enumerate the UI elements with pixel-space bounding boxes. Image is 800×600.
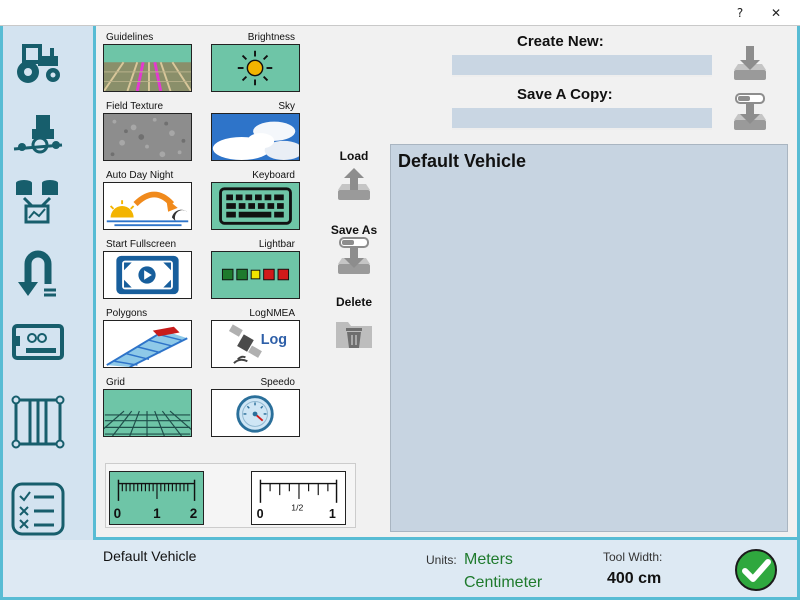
metric-tick-2: 2 <box>190 506 198 521</box>
sky-toggle[interactable] <box>211 113 300 161</box>
start-fullscreen-label: Start Fullscreen <box>106 239 177 250</box>
speedo-label: Speedo <box>260 377 295 388</box>
main-panel: Guidelines Brightness Field Texture Sky <box>96 26 797 540</box>
grid-icon <box>104 410 191 436</box>
vehicle-list[interactable]: Default Vehicle <box>390 144 788 532</box>
metric-tick-0: 0 <box>114 506 122 521</box>
grid-toggle[interactable] <box>103 389 192 437</box>
guidelines-label: Guidelines <box>106 32 154 43</box>
data-sources-icon <box>16 180 58 224</box>
imperial-tick-1: 1 <box>329 507 336 521</box>
save-as-label: Save As <box>330 223 378 237</box>
checklist-icon <box>11 482 65 536</box>
sidebar-item-data-sources[interactable] <box>10 174 66 230</box>
create-new-input[interactable] <box>452 55 712 77</box>
auto-day-night-toggle[interactable] <box>103 182 192 230</box>
brightness-label: Brightness <box>247 32 295 43</box>
tractor-icon <box>17 44 60 83</box>
satellite-log-icon: Log <box>228 324 287 364</box>
trash-folder-icon <box>336 322 372 348</box>
uturn-icon <box>18 250 56 297</box>
save-copy-input[interactable] <box>452 108 712 130</box>
brightness-button[interactable] <box>211 44 300 92</box>
metric-tick-1: 1 <box>153 506 161 521</box>
lightbar-icon <box>221 268 290 281</box>
keyboard-icon <box>219 187 292 225</box>
load-icon <box>338 168 370 200</box>
ok-button[interactable] <box>734 548 778 592</box>
sky-clouds-icon <box>212 114 299 160</box>
save-copy-icon <box>734 93 766 130</box>
tram-lines-icon <box>11 395 65 449</box>
checkmark-icon <box>735 549 777 591</box>
lightbar-label: Lightbar <box>258 239 295 250</box>
sidebar <box>0 26 96 540</box>
metric-ruler-icon: 0 1 2 <box>114 479 198 521</box>
speedo-toggle[interactable] <box>211 389 300 437</box>
field-texture-toggle[interactable] <box>103 113 192 161</box>
sidebar-item-uturn[interactable] <box>10 244 66 300</box>
keyboard-label: Keyboard <box>252 170 295 181</box>
lognmea-label: LogNMEA <box>249 308 295 319</box>
save-copy-label: Save A Copy: <box>517 86 613 103</box>
guidelines-toggle[interactable] <box>103 44 192 92</box>
field-texture-label: Field Texture <box>106 101 164 112</box>
close-button[interactable]: ✕ <box>763 3 789 23</box>
create-new-button[interactable] <box>730 42 770 82</box>
create-new-icon <box>734 46 766 80</box>
imperial-tick-half: 1/2 <box>291 503 303 513</box>
sky-label: Sky <box>278 101 295 112</box>
save-copy-button[interactable] <box>730 92 770 132</box>
field-texture-icon <box>104 114 191 160</box>
keyboard-toggle[interactable] <box>211 182 300 230</box>
day-night-icon <box>106 191 189 227</box>
units-label: Units: <box>426 553 457 567</box>
save-as-button[interactable] <box>334 236 374 276</box>
implement-icon <box>13 115 63 154</box>
guidelines-icon <box>104 45 191 91</box>
imperial-ruler-icon: 0 1/2 1 <box>257 479 338 521</box>
tool-width-label: Tool Width: <box>603 550 663 564</box>
tool-width-value: 400 cm <box>607 570 662 587</box>
footer-bar: Default Vehicle Units: Meters Centimeter… <box>0 540 800 600</box>
create-new-label: Create New: <box>517 33 604 50</box>
lognmea-toggle[interactable]: Log <box>211 320 300 368</box>
fullscreen-icon <box>116 255 179 295</box>
sidebar-item-tram-lines[interactable] <box>10 394 66 450</box>
polygons-toggle[interactable] <box>103 320 192 368</box>
units-primary-value: Meters <box>464 551 513 568</box>
sidebar-item-tractor[interactable] <box>10 34 66 90</box>
vehicle-list-item[interactable]: Default Vehicle <box>391 145 787 172</box>
sun-icon <box>237 50 273 86</box>
start-fullscreen-toggle[interactable] <box>103 251 192 299</box>
imperial-tick-0: 0 <box>257 507 264 521</box>
load-button[interactable] <box>334 164 374 204</box>
delete-label: Delete <box>335 295 373 309</box>
imperial-units-button[interactable]: 0 1/2 1 <box>251 471 346 525</box>
sidebar-item-checklist[interactable] <box>10 481 66 537</box>
polygons-icon <box>106 326 188 367</box>
title-bar: ? ✕ <box>0 0 800 26</box>
auto-day-night-label: Auto Day Night <box>106 170 174 181</box>
grid-label: Grid <box>106 377 125 388</box>
lightbar-toggle[interactable] <box>211 251 300 299</box>
arduino-board-icon <box>12 324 64 360</box>
help-button[interactable]: ? <box>727 3 753 23</box>
current-vehicle-name: Default Vehicle <box>103 548 197 564</box>
sidebar-item-arduino[interactable] <box>10 314 66 370</box>
delete-button[interactable] <box>334 314 374 354</box>
sidebar-item-implement[interactable] <box>10 105 66 161</box>
speedometer-icon <box>236 395 274 433</box>
log-text: Log <box>261 332 287 348</box>
units-secondary-value: Centimeter <box>464 574 543 591</box>
load-label: Load <box>339 149 369 163</box>
polygons-label: Polygons <box>106 308 148 319</box>
save-as-icon <box>338 237 370 274</box>
metric-units-button[interactable]: 0 1 2 <box>109 471 204 525</box>
